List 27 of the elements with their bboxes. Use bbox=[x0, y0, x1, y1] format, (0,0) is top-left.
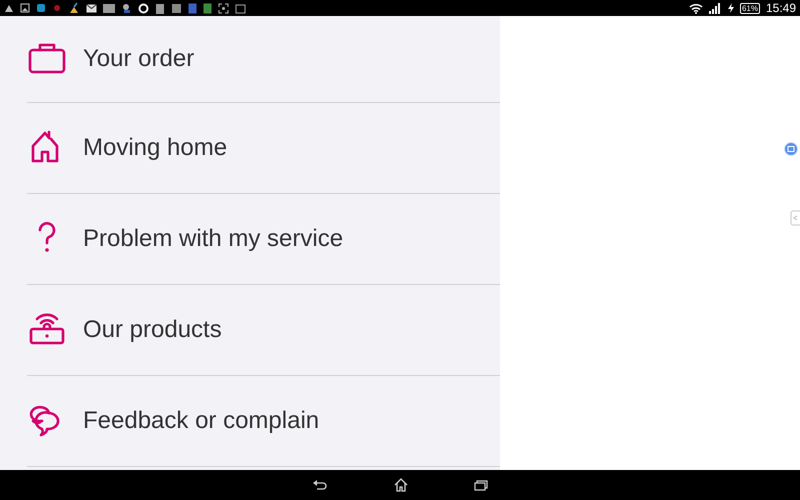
charging-icon bbox=[728, 3, 734, 13]
circle-icon bbox=[138, 2, 149, 14]
menu-item[interactable]: Feedback or complain bbox=[83, 407, 320, 435]
picture-icon bbox=[20, 3, 30, 13]
app-icon bbox=[188, 2, 197, 14]
signal-icon bbox=[708, 2, 722, 14]
side-handle-icon[interactable] bbox=[790, 210, 800, 226]
menu-item[interactable]: Our products bbox=[83, 316, 222, 344]
menu-item[interactable]: Problem with my service bbox=[83, 225, 344, 253]
home-icon[interactable] bbox=[394, 478, 408, 492]
mail-icon bbox=[86, 4, 97, 12]
calendar-icon bbox=[235, 2, 246, 14]
menu-item[interactable]: Your order bbox=[83, 45, 194, 73]
menu-item[interactable]: Moving home bbox=[83, 134, 228, 162]
back-icon[interactable] bbox=[312, 479, 328, 491]
app-icon bbox=[203, 2, 212, 14]
app-icon bbox=[121, 2, 132, 14]
screenshot-icon bbox=[218, 2, 229, 14]
wifi-icon bbox=[688, 2, 703, 14]
broom-icon bbox=[68, 2, 80, 14]
app-icon bbox=[103, 4, 115, 12]
battery-level: 61% bbox=[740, 2, 760, 14]
clipboard-icon bbox=[155, 2, 165, 14]
app-icon bbox=[171, 2, 182, 14]
notification-icon bbox=[4, 3, 14, 13]
clock: 15:49 bbox=[766, 1, 796, 15]
recent-apps-icon[interactable] bbox=[474, 479, 488, 491]
